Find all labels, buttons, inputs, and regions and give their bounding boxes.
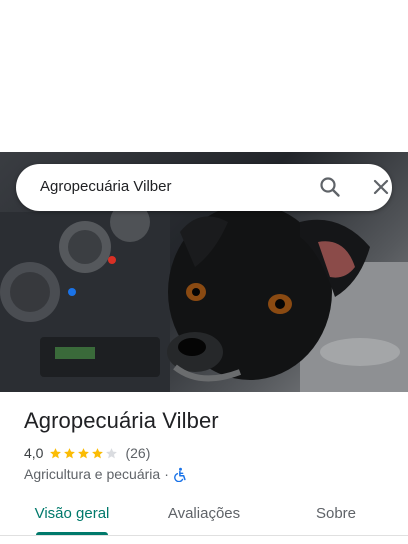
review-count[interactable]: (26) [125, 445, 150, 461]
wheelchair-icon [173, 467, 188, 482]
rating-row[interactable]: 4,0 (26) [24, 444, 150, 462]
close-icon[interactable] [369, 175, 393, 199]
tab-sobre[interactable]: Sobre [264, 495, 408, 535]
star-icon [64, 447, 76, 458]
top-blank-area [0, 0, 408, 152]
category-row: Agricultura e pecuária · [24, 465, 188, 483]
place-title: Agropecuária Vilber [24, 408, 219, 433]
tab-divider [0, 535, 408, 536]
tab-avaliacoes[interactable]: Avaliações [132, 495, 276, 535]
search-bar[interactable]: Agropecuária Vilber [16, 164, 392, 211]
search-input[interactable]: Agropecuária Vilber [40, 178, 171, 195]
star-icon [92, 447, 104, 458]
place-category: Agricultura e pecuária [24, 466, 161, 482]
tab-visao-geral[interactable]: Visão geral [0, 495, 144, 535]
star-icon [106, 447, 118, 458]
star-icon [78, 447, 90, 458]
separator-dot: · [164, 466, 169, 482]
star-icon [50, 447, 62, 458]
rating-value: 4,0 [24, 445, 44, 461]
rating-stars [49, 447, 119, 460]
search-icon[interactable] [318, 175, 342, 199]
tab-bar: Visão geral Avaliações Sobre [0, 495, 408, 535]
